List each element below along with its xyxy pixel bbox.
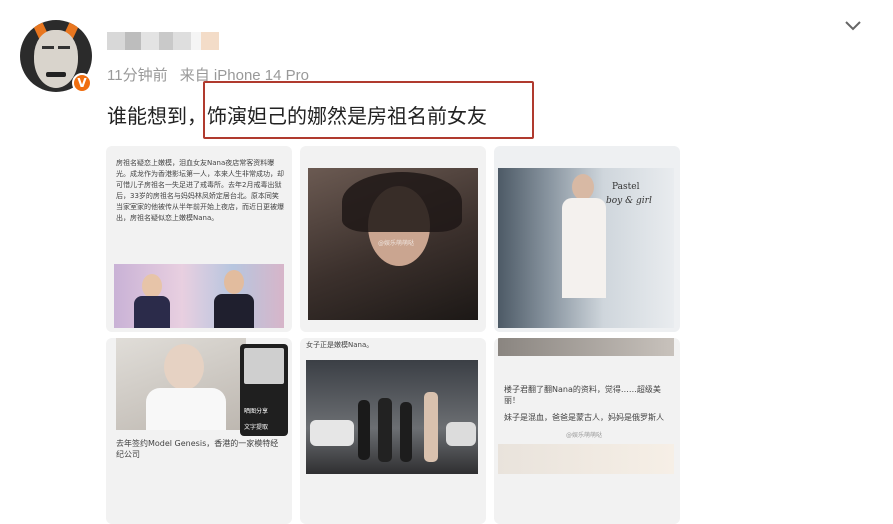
chevron-down-icon[interactable] (842, 14, 864, 36)
verified-badge-icon: V (72, 73, 92, 93)
tile-subtitle: boy & girl (606, 196, 652, 206)
avatar-brow (58, 46, 70, 49)
avatar-brow (42, 46, 54, 49)
watermark: @娱乐萌萌哒 (566, 432, 603, 439)
avatar-mouth (46, 72, 66, 77)
share-button[interactable]: 晒图分享 (244, 406, 284, 415)
timestamp: 11分钟前 (107, 67, 168, 84)
post-text-prefix: 谁能想到， (107, 104, 207, 128)
photo-image (306, 360, 478, 474)
image-tile[interactable]: @娱乐萌萌哒 (300, 146, 486, 332)
extract-text-button[interactable]: 文字提取 (244, 422, 284, 431)
tile-text: 楼子君翻了翻Nana的资料，觉得……超级美丽！ (504, 385, 661, 405)
watermark: @娱乐萌萌哒 (378, 240, 415, 247)
image-tile[interactable]: 女子正是嫩模Nana。 (300, 338, 486, 524)
tile-title: Pastel (612, 182, 640, 192)
username-blurred[interactable] (107, 30, 227, 52)
photo-image (498, 338, 674, 356)
tile-caption: 去年签约Model Genesis，香港的一家模特经纪公司 (116, 439, 279, 459)
photo-image (114, 264, 284, 328)
image-tile[interactable]: 晒图分享 文字提取 去年签约Model Genesis，香港的一家模特经纪公司 (106, 338, 292, 524)
photo-image (116, 338, 246, 430)
photo-image (498, 168, 674, 328)
tile-text: 妹子是混血，爸爸是蒙古人，妈妈是俄罗斯人 (504, 413, 664, 422)
share-thumbnail (244, 348, 284, 384)
image-tile[interactable]: Pastel boy & girl (494, 146, 680, 332)
share-popup: 晒图分享 文字提取 (240, 344, 288, 436)
tile-text: 房祖名疑恋上嫩模，泪血女友Nana夜店常客资料曝光。成龙作为香港影坛第一人，本来… (116, 159, 284, 222)
image-tile[interactable]: 房祖名疑恋上嫩模，泪血女友Nana夜店常客资料曝光。成龙作为香港影坛第一人，本来… (106, 146, 292, 332)
image-tile[interactable]: 楼子君翻了翻Nana的资料，觉得……超级美丽！ 妹子是混血，爸爸是蒙古人，妈妈是… (494, 338, 680, 524)
photo-image (498, 444, 674, 474)
highlight-annotation (203, 81, 534, 139)
tile-caption: 女子正是嫩模Nana。 (306, 341, 374, 349)
